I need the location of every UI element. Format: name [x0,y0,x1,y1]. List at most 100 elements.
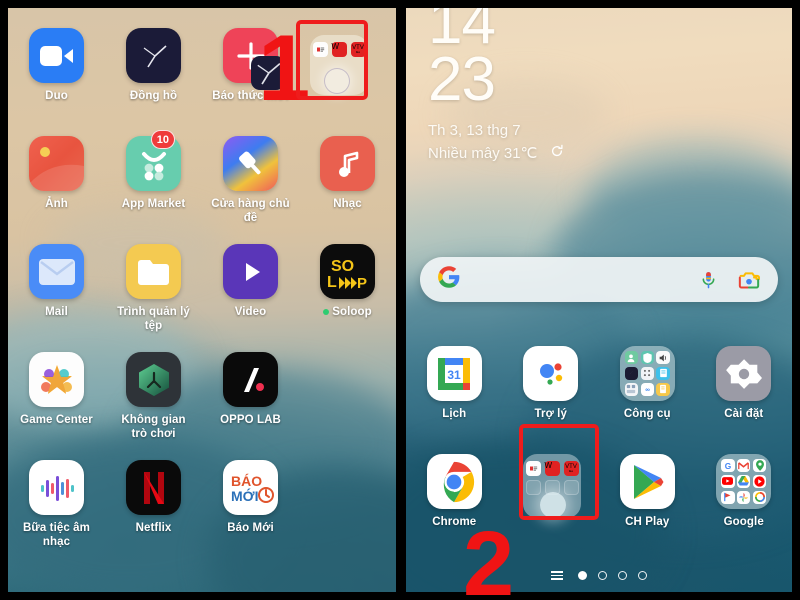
contacts-mini-icon [624,351,639,365]
status-dot [323,308,330,315]
music-party-icon [29,460,84,515]
page-dot[interactable] [598,571,607,580]
panel-divider [398,0,406,600]
app-oppo-lab[interactable]: OPPO LAB [202,352,299,441]
soloop-icon: SO L P [320,244,375,299]
google-search-mini-icon: G [721,459,735,473]
page-dot-active[interactable] [578,571,587,580]
refresh-icon[interactable] [550,143,564,166]
music-icon [320,136,375,191]
app-video[interactable]: Video [202,244,299,333]
youtube-mini-icon [721,474,735,489]
vtv-w-icon: W [331,42,347,57]
dragged-folder-screen-1[interactable]: W VTV Go [310,35,368,95]
drag-handle-circle[interactable] [540,492,566,518]
photos-icon [29,136,84,191]
browser-mini-icon: ∞ [640,382,654,396]
page-dot[interactable] [638,571,647,580]
app-grid-row-3: Mail Trình quản lý tệp Video SO L P Solo… [8,244,396,333]
app-lich[interactable]: 31 Lịch [406,346,503,422]
google-search-bar[interactable] [420,257,778,302]
annotation-number-1: 1 [258,15,311,120]
netflix-icon [126,460,181,515]
app-grid-row-4: Game Center Không gian trò chơi OPPO LAB [8,352,396,441]
empty-folder-slot [525,480,541,495]
app-trinh-quan-ly-tep[interactable]: Trình quản lý tệp [105,244,202,333]
vtv-w-icon: W [544,461,560,476]
app-label: Đồng hồ [129,90,178,102]
clock-minutes: 23 [428,45,496,115]
app-khong-gian-tro-choi[interactable]: Không gian trò chơi [105,352,202,441]
app-label: App Market [121,198,186,210]
app-label: Trợ lý [534,408,567,420]
app-label: Mail [45,306,68,318]
app-grid-row-2: Ảnh 10 App Market Cửa hàng chủ đề Nhạc [8,130,396,225]
bao-moi-icon: BÁO MỚI [223,460,278,515]
game-space-icon [126,352,181,407]
app-label: Lịch [442,408,467,420]
app-game-center[interactable]: Game Center [8,352,105,441]
phone-screen-1: Duo Đồng hồ Báo thức mới W VTV Go Ảnh 10… [8,8,396,592]
app-grid-screen2-row-1: 31 Lịch Trợ lý ∞ Công cụ Cài đặt [406,346,792,422]
vtv-go-icon: VTV Go [350,42,366,57]
clone-apps-mini-icon [624,382,639,396]
svg-text:G: G [725,461,731,471]
clock-date: Th 3, 13 thg 7 [428,122,521,140]
app-ch-play[interactable]: CH Play [599,454,696,530]
empty-folder-slot [563,480,579,495]
calculator-mini-icon [640,366,654,381]
documents-mini-icon [656,382,670,396]
weather-text: Nhiều mây 31℃ [428,144,538,162]
google-maps-mini-icon [752,459,767,473]
calendar-day-number: 31 [448,368,462,382]
phone-screen-2: 14 23 Th 3, 13 thg 7 Nhiều mây 31℃ 31 Lị… [406,8,792,592]
app-label: Không gian trò chơi [121,414,186,440]
chrome-icon [426,454,482,509]
app-bua-tiec-am-nhac[interactable]: Bữa tiệc âm nhạc [8,460,105,549]
app-label: Game Center [20,414,93,426]
app-label: Cài đặt [724,408,764,420]
app-google-folder[interactable]: G Google [696,454,793,530]
drag-handle-circle[interactable] [324,68,350,94]
game-center-icon [29,352,84,407]
app-label: CH Play [625,516,670,528]
search-input[interactable] [460,271,679,288]
google-folder-icon: G [716,454,772,509]
dragged-folder-screen-2[interactable]: W VTV Go [523,454,581,518]
app-cong-cu-folder[interactable]: ∞ Công cụ [599,346,696,422]
svg-text:MỚI: MỚI [231,487,259,504]
app-nhac[interactable]: Nhạc [299,136,396,225]
annotation-number-2: 2 [463,513,515,600]
app-netflix[interactable]: Netflix [105,460,202,549]
app-soloop[interactable]: SO L P Soloop [299,244,396,333]
app-app-market[interactable]: 10 App Market [105,130,202,225]
app-anh[interactable]: Ảnh [8,136,105,225]
app-bao-moi[interactable]: BÁO MỚI Báo Mới [202,460,299,549]
google-lens-camera-icon[interactable] [738,270,760,290]
theme-store-icon [223,136,278,191]
file-manager-icon [126,244,181,299]
notification-badge: 10 [150,130,175,149]
settings-icon [716,346,772,401]
google-photos-mini-icon [737,490,751,504]
screenshot-stage: Duo Đồng hồ Báo thức mới W VTV Go Ảnh 10… [0,0,800,600]
app-cua-hang-chu-de[interactable]: Cửa hàng chủ đề [202,136,299,225]
sound-recorder-mini-icon [656,351,670,365]
app-dong-ho[interactable]: Đồng hồ [105,28,202,104]
app-list-icon[interactable] [551,571,563,580]
notes-mini-icon [656,366,670,381]
clock-widget[interactable]: 14 23 Th 3, 13 thg 7 Nhiều mây 31℃ [428,8,564,165]
app-label: Trình quản lý tệp [117,306,190,332]
tools-folder-icon: ∞ [619,346,675,401]
app-mail[interactable]: Mail [8,244,105,333]
app-duo[interactable]: Duo [8,28,105,104]
play-store-icon [619,454,675,509]
app-tro-ly[interactable]: Trợ lý [503,346,600,422]
microphone-icon[interactable] [699,269,718,291]
app-label: Cửa hàng chủ đề [211,198,290,224]
app-cai-dat[interactable]: Cài đặt [696,346,793,422]
empty-slot [299,352,396,441]
news-white-icon [312,42,328,57]
page-dot[interactable] [618,571,627,580]
app-label: Bữa tiệc âm nhạc [23,522,90,548]
